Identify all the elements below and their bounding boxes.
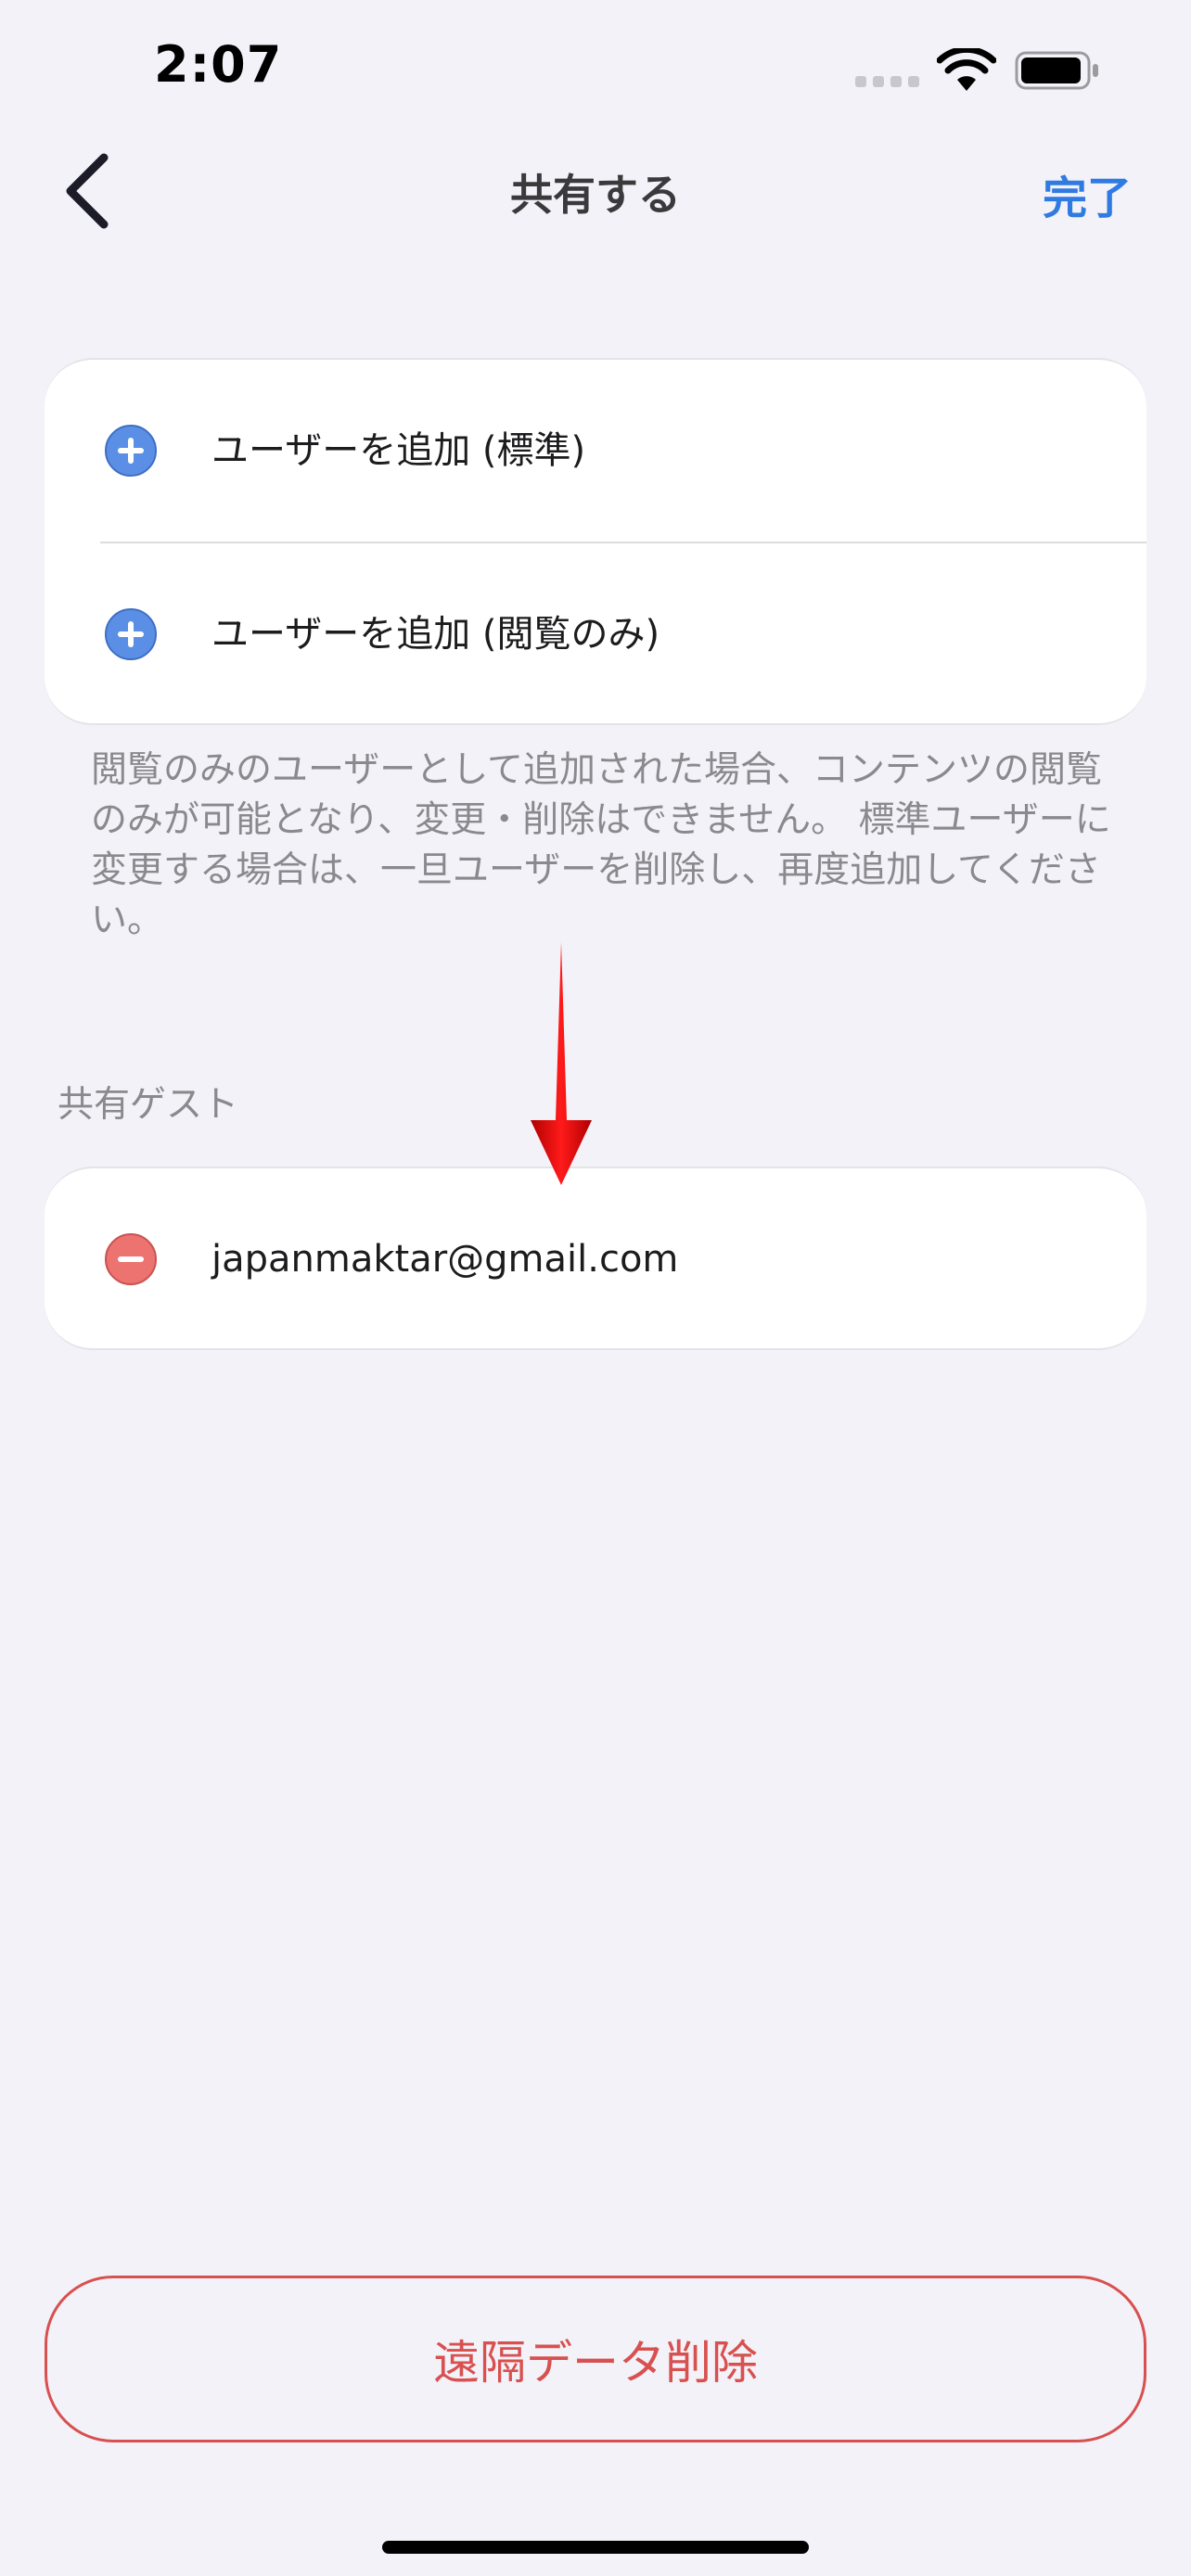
readonly-user-note: 閲覧のみのユーザーとして追加された場合、コンテンツの閲覧のみが可能となり、変更・… xyxy=(91,749,1111,941)
plus-circle-icon xyxy=(105,425,157,477)
done-button[interactable]: 完了 xyxy=(1043,161,1132,226)
guest-row[interactable]: japanmaktar@gmail.com xyxy=(45,1168,1146,1350)
guest-email: japanmaktar@gmail.com xyxy=(211,1238,679,1281)
signal-icon xyxy=(855,76,920,89)
add-readonly-user-row[interactable]: ユーザーを追加 (閲覧のみ) xyxy=(45,543,1146,725)
remote-data-delete-button[interactable]: 遠隔データ削除 xyxy=(45,2276,1146,2442)
page-title: 共有する xyxy=(510,170,681,220)
wifi-icon xyxy=(937,48,996,91)
annotation-arrow-icon xyxy=(531,942,592,1185)
add-users-card: ユーザーを追加 (標準) ユーザーを追加 (閲覧のみ) xyxy=(45,358,1146,725)
add-readonly-user-label: ユーザーを追加 (閲覧のみ) xyxy=(211,613,660,656)
home-indicator xyxy=(382,2541,809,2554)
shared-guests-card: japanmaktar@gmail.com xyxy=(45,1167,1146,1350)
battery-icon xyxy=(1015,51,1098,90)
status-time: 2:07 xyxy=(154,35,283,94)
add-standard-user-label: ユーザーを追加 (標準) xyxy=(211,429,586,472)
shared-guests-header: 共有ゲスト xyxy=(58,1084,239,1126)
minus-circle-icon[interactable] xyxy=(104,1232,158,1286)
add-standard-user-row[interactable]: ユーザーを追加 (標準) xyxy=(45,360,1146,542)
plus-circle-icon xyxy=(105,608,157,660)
